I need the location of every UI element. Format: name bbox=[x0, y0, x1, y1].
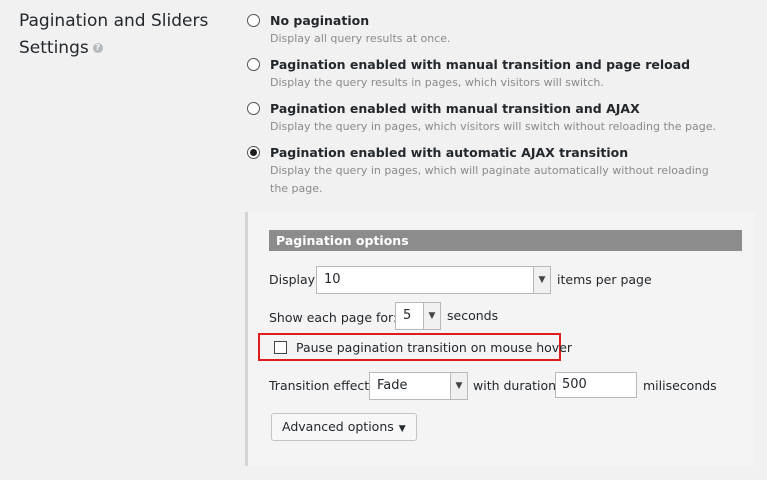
radio-option-manual-reload[interactable]: Pagination enabled with manual transitio… bbox=[245, 56, 760, 100]
pause-on-hover-highlight: Pause pagination transition on mouse hov… bbox=[258, 333, 572, 361]
seconds-label: seconds bbox=[447, 308, 499, 323]
pause-on-hover-label[interactable]: Pause pagination transition on mouse hov… bbox=[296, 339, 572, 357]
radio-description: Display all query results at once. bbox=[270, 32, 451, 45]
radio-button-selected[interactable] bbox=[247, 146, 260, 159]
advanced-options-button[interactable]: Advanced options ▼ bbox=[271, 413, 417, 441]
display-label: Display bbox=[269, 272, 316, 287]
pagination-mode-group: No pagination Display all query results … bbox=[245, 12, 760, 204]
show-each-label: Show each page for: bbox=[269, 310, 398, 325]
items-per-page-label: items per page bbox=[557, 272, 652, 287]
duration-label: with duration bbox=[473, 378, 557, 393]
chevron-down-icon[interactable]: ▼ bbox=[533, 267, 550, 293]
select-value: 10 bbox=[324, 272, 341, 287]
radio-description: Display the query in pages, which visito… bbox=[270, 120, 716, 133]
duration-unit-label: miliseconds bbox=[643, 378, 717, 393]
radio-option-manual-ajax[interactable]: Pagination enabled with manual transitio… bbox=[245, 100, 760, 144]
select-value: 5 bbox=[403, 308, 412, 323]
panel-header: Pagination options bbox=[269, 230, 742, 251]
radio-description: Display the query results in pages, whic… bbox=[270, 76, 604, 89]
caret-down-icon: ▼ bbox=[398, 424, 406, 434]
radio-label: Pagination enabled with manual transitio… bbox=[270, 101, 640, 116]
radio-button[interactable] bbox=[247, 14, 260, 27]
transition-effect-label: Transition effect: bbox=[269, 378, 374, 393]
radio-option-no-pagination[interactable]: No pagination Display all query results … bbox=[245, 12, 760, 56]
items-per-page-select[interactable]: 10 ▼ bbox=[316, 266, 551, 294]
radio-description: Display the query in pages, which will p… bbox=[270, 164, 709, 195]
question-icon[interactable]: ? bbox=[92, 43, 103, 53]
radio-label: Pagination enabled with automatic AJAX t… bbox=[270, 145, 629, 160]
transition-effect-select[interactable]: Fade ▼ bbox=[369, 372, 468, 400]
advanced-options-label: Advanced options bbox=[282, 419, 394, 434]
seconds-select[interactable]: 5 ▼ bbox=[395, 302, 441, 330]
radio-label: Pagination enabled with manual transitio… bbox=[270, 57, 691, 72]
radio-label: No pagination bbox=[270, 13, 370, 28]
chevron-down-icon[interactable]: ▼ bbox=[423, 303, 440, 329]
radio-option-automatic-ajax[interactable]: Pagination enabled with automatic AJAX t… bbox=[245, 144, 760, 204]
radio-button[interactable] bbox=[247, 102, 260, 115]
pause-on-hover-checkbox[interactable] bbox=[274, 341, 287, 354]
duration-input[interactable]: 500 bbox=[555, 372, 637, 398]
select-value: Fade bbox=[377, 378, 408, 393]
section-title: Pagination and Sliders Settings? bbox=[19, 8, 229, 62]
pagination-options-panel: Pagination options Display 10 ▼ items pe… bbox=[245, 212, 755, 466]
chevron-down-icon[interactable]: ▼ bbox=[450, 373, 467, 399]
radio-button[interactable] bbox=[247, 58, 260, 71]
section-title-text: Pagination and Sliders Settings bbox=[19, 11, 209, 58]
